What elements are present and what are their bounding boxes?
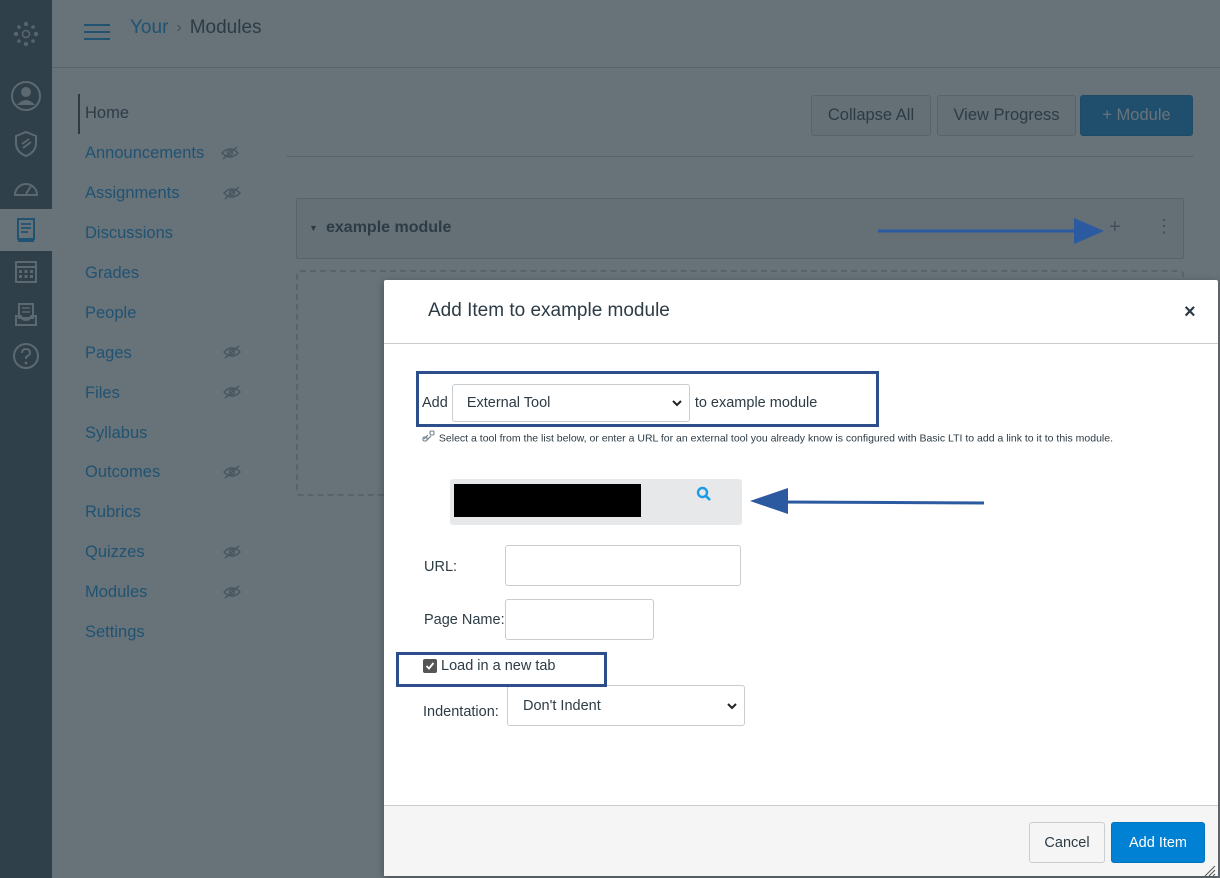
course-nav-rubrics[interactable]: Rubrics bbox=[78, 493, 278, 533]
redacted-tool-name bbox=[454, 484, 641, 517]
link-icon bbox=[422, 430, 436, 447]
module-header[interactable]: ▼ example module + ⋮ bbox=[296, 198, 1184, 259]
course-nav-announcements[interactable]: Announcements bbox=[78, 134, 278, 174]
dialog-footer: Cancel Add Item bbox=[384, 805, 1218, 878]
course-nav-pages[interactable]: Pages bbox=[78, 333, 278, 373]
search-icon[interactable] bbox=[696, 486, 712, 507]
add-module-button[interactable]: + Module bbox=[1080, 95, 1193, 136]
breadcrumb-course-link[interactable]: Your bbox=[130, 17, 168, 39]
hamburger-menu-icon[interactable] bbox=[84, 22, 110, 42]
course-nav-label: Assignments bbox=[85, 184, 180, 203]
course-nav-label: Announcements bbox=[85, 144, 205, 163]
course-nav-label: People bbox=[85, 303, 137, 322]
modules-toolbar: Collapse All View Progress + Module bbox=[286, 95, 1194, 157]
hidden-eye-icon bbox=[221, 146, 239, 165]
checkmark-icon bbox=[425, 662, 435, 670]
course-nav-label: Syllabus bbox=[85, 423, 148, 442]
global-navigation bbox=[0, 0, 52, 878]
add-item-dialog: Add Item to example module × Add Externa… bbox=[384, 280, 1218, 878]
indentation-label: Indentation: bbox=[423, 704, 499, 720]
hidden-eye-icon bbox=[223, 186, 241, 205]
breadcrumb-separator: › bbox=[176, 19, 182, 36]
close-icon[interactable]: × bbox=[1184, 302, 1196, 322]
new-tab-row: Load in a new tab bbox=[423, 658, 555, 674]
add-item-button[interactable]: Add Item bbox=[1111, 822, 1205, 863]
add-item-plus-icon[interactable]: + bbox=[1109, 216, 1121, 239]
canvas-logo-icon[interactable] bbox=[0, 14, 52, 54]
url-label: URL: bbox=[424, 559, 458, 575]
hidden-eye-icon bbox=[223, 345, 241, 364]
page-name-input[interactable] bbox=[505, 599, 654, 640]
course-nav-quizzes[interactable]: Quizzes bbox=[78, 533, 278, 573]
chevron-down-icon bbox=[671, 397, 683, 413]
hidden-eye-icon bbox=[223, 465, 241, 484]
course-nav-home[interactable]: Home bbox=[78, 94, 278, 134]
breadcrumb-current: Modules bbox=[189, 17, 262, 38]
item-type-select[interactable]: External Tool bbox=[451, 384, 690, 422]
course-nav-label: Files bbox=[85, 383, 120, 402]
course-nav-people[interactable]: People bbox=[78, 293, 278, 333]
admin-shield-icon[interactable] bbox=[0, 124, 52, 164]
course-nav-label: Grades bbox=[85, 264, 140, 282]
cancel-button[interactable]: Cancel bbox=[1029, 822, 1105, 863]
course-nav-label: Home bbox=[85, 104, 130, 123]
new-tab-checkbox[interactable] bbox=[423, 659, 437, 673]
view-progress-button[interactable]: View Progress bbox=[937, 95, 1076, 136]
external-tool-hint: Select a tool from the list below, or en… bbox=[422, 430, 1192, 447]
help-icon[interactable] bbox=[0, 336, 52, 376]
course-nav-label: Outcomes bbox=[85, 463, 161, 482]
add-label: Add bbox=[422, 395, 448, 411]
course-nav-label: Rubrics bbox=[85, 503, 141, 522]
course-nav-label: Modules bbox=[85, 583, 148, 602]
dialog-title: Add Item to example module bbox=[428, 300, 670, 321]
breadcrumb: Your › Modules bbox=[130, 17, 262, 39]
page-name-label: Page Name: bbox=[424, 612, 505, 628]
url-input[interactable] bbox=[505, 545, 741, 586]
course-nav-settings[interactable]: Settings bbox=[78, 613, 278, 653]
indentation-select[interactable]: Don't Indent bbox=[507, 685, 745, 726]
module-options-kebab-icon[interactable]: ⋮ bbox=[1155, 217, 1173, 235]
course-nav-files[interactable]: Files bbox=[78, 373, 278, 413]
course-nav-assignments[interactable]: Assignments bbox=[78, 174, 278, 214]
course-nav-syllabus[interactable]: Syllabus bbox=[78, 413, 278, 453]
account-icon[interactable] bbox=[0, 76, 52, 116]
course-nav-outcomes[interactable]: Outcomes bbox=[78, 453, 278, 493]
collapse-all-button[interactable]: Collapse All bbox=[811, 95, 931, 136]
inbox-icon[interactable] bbox=[0, 295, 52, 335]
to-module-label: to example module bbox=[694, 395, 818, 411]
chevron-down-icon bbox=[726, 700, 738, 716]
course-nav-modules[interactable]: Modules bbox=[78, 573, 278, 613]
resize-grip-icon[interactable] bbox=[1204, 864, 1216, 878]
course-nav-label: Pages bbox=[85, 343, 132, 362]
dashboard-icon[interactable] bbox=[0, 168, 52, 208]
new-tab-label[interactable]: Load in a new tab bbox=[441, 658, 555, 674]
hint-text: Select a tool from the list below, or en… bbox=[438, 432, 1114, 445]
course-navigation: Home Announcements Assignments Discussio… bbox=[78, 94, 278, 652]
indentation-value: Don't Indent bbox=[523, 697, 601, 714]
course-nav-discussions[interactable]: Discussions bbox=[78, 214, 278, 254]
dialog-titlebar: Add Item to example module × bbox=[384, 280, 1218, 344]
course-nav-label: Settings bbox=[85, 623, 145, 642]
hidden-eye-icon bbox=[223, 585, 241, 604]
hidden-eye-icon bbox=[223, 385, 241, 404]
course-nav-label: Discussions bbox=[85, 224, 174, 243]
calendar-icon[interactable] bbox=[0, 251, 52, 291]
item-type-value: External Tool bbox=[466, 395, 551, 411]
item-type-row: Add External Tool to example module bbox=[422, 384, 817, 422]
tool-search-box[interactable] bbox=[450, 479, 742, 525]
courses-icon[interactable] bbox=[0, 209, 52, 251]
page-header: Your › Modules bbox=[52, 0, 1220, 68]
module-title: example module bbox=[326, 219, 452, 236]
course-nav-grades[interactable]: Grades bbox=[78, 254, 278, 294]
collapse-toggle-icon[interactable]: ▼ bbox=[309, 223, 318, 233]
course-nav-label: Quizzes bbox=[85, 543, 145, 562]
hidden-eye-icon bbox=[223, 545, 241, 564]
